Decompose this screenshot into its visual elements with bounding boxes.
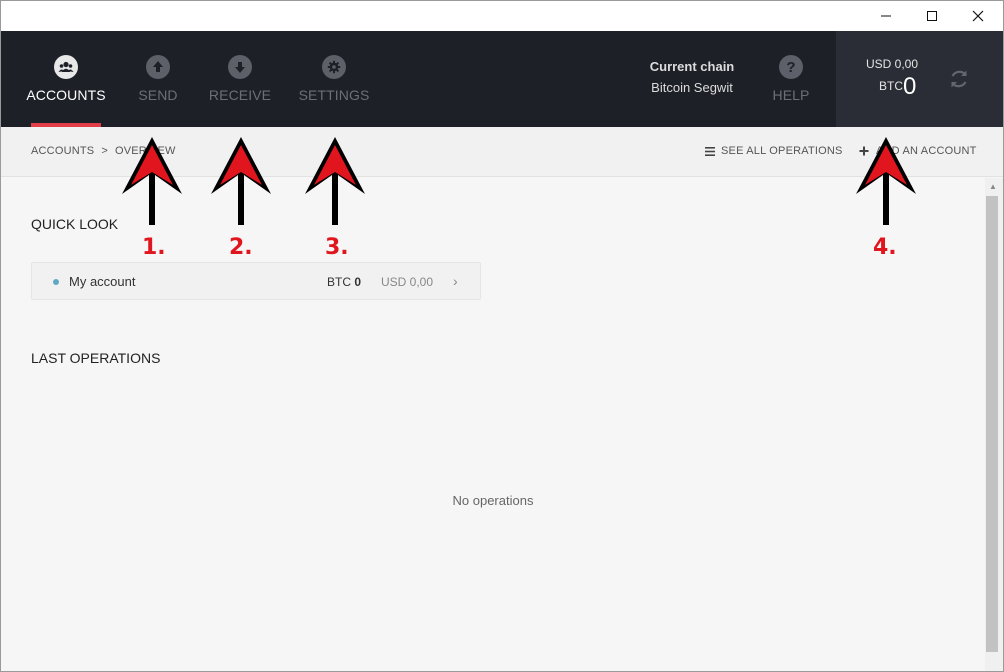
balance-btc-value: 0 [903,73,917,100]
account-usd-balance: USD 0,00 [381,275,434,289]
title-bar [1,1,1003,31]
close-icon [972,10,984,22]
nav-send[interactable]: SEND [137,31,179,127]
add-account-button[interactable]: ADD AN ACCOUNT [859,145,977,157]
maximize-icon [927,11,937,21]
plus-icon [859,146,869,156]
annotation-label: 4. [873,235,897,260]
account-btc-balance: BTC 0 [327,275,361,289]
balance-usd: USD 0,00 [866,57,919,71]
chevron-right-icon: › [453,273,458,289]
gear-icon [322,55,346,79]
balance-btc-label: BTC [879,79,903,93]
current-chain-title: Current chain [649,59,735,74]
annotation-label: 2. [229,235,253,260]
close-button[interactable] [955,1,1001,31]
account-btc-unit: BTC [327,275,351,289]
no-operations-text: No operations [452,493,534,508]
vertical-scrollbar[interactable]: ▲ [985,178,1003,671]
nav-help[interactable]: ? HELP [771,31,811,127]
breadcrumb-separator: > [101,145,108,157]
see-all-operations-label: SEE ALL OPERATIONS [721,145,843,157]
upload-icon [146,55,170,79]
account-color-dot [53,279,59,285]
nav-help-label: HELP [772,87,810,103]
nav-settings[interactable]: SETTINGS [299,31,369,127]
nav-accounts[interactable]: ACCOUNTS [26,31,106,127]
balance-panel: USD 0,00 BTC 0 [836,31,1003,127]
sub-header: ACCOUNTS > OVERVIEW SEE ALL OPERATIONS ADD… [1,127,1003,177]
account-btc-amount: 0 [354,275,362,289]
breadcrumb-root[interactable]: ACCOUNTS [31,145,94,157]
minimize-icon [881,15,891,17]
current-chain-value: Bitcoin Segwit [651,80,733,95]
last-operations-title: LAST OPERATIONS [31,350,161,366]
scroll-thumb[interactable] [986,196,998,652]
see-all-operations-button[interactable]: SEE ALL OPERATIONS [705,145,843,157]
account-name: My account [69,274,136,289]
top-navigation: ACCOUNTS SEND RECEIVE SETTINGS Current c… [1,31,1003,127]
refresh-icon[interactable] [948,68,970,90]
current-chain: Current chain Bitcoin Segwit [633,59,751,95]
app-window: ACCOUNTS SEND RECEIVE SETTINGS Current c… [0,0,1004,672]
breadcrumb-current: OVERVIEW [114,145,176,157]
quick-look-title: QUICK LOOK [31,216,119,232]
nav-accounts-label: ACCOUNTS [26,87,106,103]
nav-settings-label: SETTINGS [298,87,370,103]
scroll-up-icon[interactable]: ▲ [989,182,997,191]
nav-receive-label: RECEIVE [208,87,272,103]
nav-send-label: SEND [138,87,178,103]
account-row[interactable]: My account BTC 0 USD 0,00 › [31,262,481,300]
list-icon [705,146,715,156]
annotation-label: 1. [142,235,166,260]
users-icon [54,55,78,79]
maximize-button[interactable] [909,1,955,31]
question-icon: ? [779,55,803,79]
breadcrumb: ACCOUNTS > OVERVIEW [31,145,176,157]
download-icon [228,55,252,79]
add-account-label: ADD AN ACCOUNT [876,145,977,157]
nav-receive[interactable]: RECEIVE [209,31,271,127]
annotation-label: 3. [325,235,349,260]
minimize-button[interactable] [863,1,909,31]
